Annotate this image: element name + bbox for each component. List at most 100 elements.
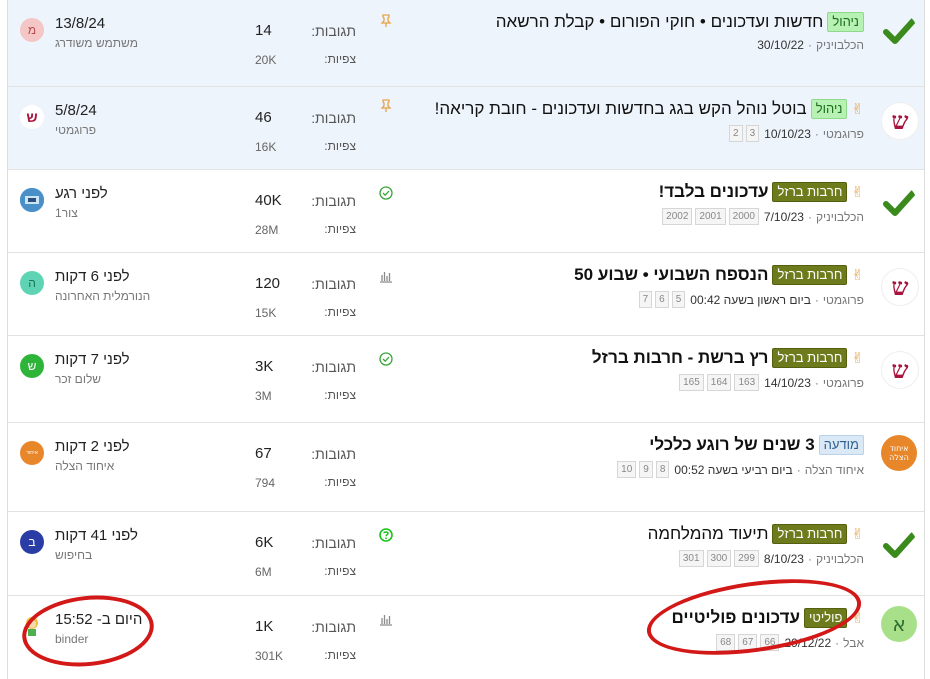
- last-post-time[interactable]: לפני רגע: [55, 185, 108, 202]
- last-poster-avatar[interactable]: [20, 188, 44, 212]
- topic-author[interactable]: איחוד הצלה: [805, 463, 864, 477]
- topic-meta: פרוגמטי · 10/10/23 3 2: [729, 125, 864, 142]
- page-link[interactable]: 68: [716, 634, 736, 651]
- topic-author[interactable]: הכלבויניק: [816, 552, 864, 566]
- user-avatar[interactable]: ש: [881, 351, 919, 389]
- replies-label: תגובות:: [311, 446, 356, 462]
- page-link[interactable]: 2001: [695, 208, 726, 225]
- hand-icon: ✌: [851, 610, 864, 627]
- pin-icon: [379, 14, 393, 31]
- page-link[interactable]: 67: [738, 634, 758, 651]
- replies-count: 6K: [255, 534, 274, 551]
- topic-title[interactable]: הנספח השבועי • שבוע 50: [574, 265, 768, 285]
- topic-author[interactable]: אבל: [843, 636, 864, 650]
- last-poster-avatar[interactable]: איחוד: [20, 441, 44, 465]
- topic-tag[interactable]: פוליטי: [803, 608, 848, 628]
- topic-tag[interactable]: חרבות ברזל: [772, 524, 848, 544]
- hand-icon: ✌: [851, 267, 864, 284]
- page-link[interactable]: 66: [760, 634, 780, 651]
- page-link[interactable]: 165: [679, 374, 704, 391]
- user-avatar[interactable]: ש: [881, 268, 919, 306]
- topic-title[interactable]: בוטל נוהל הקש בגג בחדשות ועדכונים - חובת…: [435, 99, 807, 119]
- last-post-time[interactable]: 13/8/24: [55, 15, 105, 32]
- last-poster-avatar[interactable]: ה: [20, 271, 44, 295]
- page-link[interactable]: 3: [745, 125, 760, 142]
- last-post-time[interactable]: לפני 2 דקות: [55, 438, 130, 455]
- last-poster-avatar[interactable]: ב: [20, 530, 44, 554]
- page-link[interactable]: 164: [706, 374, 732, 391]
- user-avatar[interactable]: א: [881, 606, 917, 642]
- user-avatar[interactable]: איחוד הצלה: [881, 435, 917, 471]
- topic-row[interactable]: איחוד הצלה מודעה 3 שנים של רוגע כלכלי איח…: [8, 423, 924, 512]
- topic-tag[interactable]: חרבות ברזל: [772, 182, 848, 202]
- replies-count: 40K: [255, 192, 282, 209]
- last-poster-name[interactable]: צור1: [55, 206, 78, 220]
- views-label: צפיות:: [324, 388, 356, 402]
- page-link[interactable]: 2000: [728, 208, 759, 225]
- last-post-time[interactable]: לפני 41 דקות: [55, 527, 138, 544]
- topic-title[interactable]: עדכונים בלבד!: [659, 182, 769, 202]
- topic-author[interactable]: הכלבויניק: [816, 210, 864, 224]
- last-poster-avatar[interactable]: ש: [20, 354, 44, 378]
- last-post-time[interactable]: 5/8/24: [55, 102, 97, 119]
- topic-author[interactable]: פרוגמטי: [823, 293, 864, 307]
- topic-row[interactable]: א ✌ פוליטי עדכונים פוליטיים אבל · 29/12/…: [8, 596, 924, 679]
- last-poster-name[interactable]: בחיפוש: [55, 548, 92, 562]
- last-poster-name[interactable]: שלום זכר: [55, 372, 101, 386]
- topic-title[interactable]: חדשות ועדכונים • חוקי הפורום • קבלת הרשא…: [496, 12, 824, 32]
- topic-row[interactable]: ש ✌ חרבות ברזל רץ ברשת - חרבות ברזל פרוג…: [8, 336, 924, 423]
- topic-tag[interactable]: חרבות ברזל: [772, 348, 848, 368]
- topic-title[interactable]: רץ ברשת - חרבות ברזל: [592, 348, 769, 368]
- user-avatar[interactable]: ש: [881, 102, 919, 140]
- last-poster-name[interactable]: הנורמלית האחרונה: [55, 289, 150, 303]
- topic-pages: 299 300 301: [678, 550, 760, 567]
- page-link[interactable]: 299: [734, 550, 759, 567]
- topic-row[interactable]: ✌ חרבות ברזל תיעוד מהמלחמה הכלבויניק · 8…: [8, 512, 924, 596]
- replies-label: תגובות:: [311, 619, 356, 635]
- last-poster-name[interactable]: איחוד הצלה: [55, 459, 114, 473]
- last-poster-name[interactable]: משתמש משודרג: [55, 36, 138, 50]
- topic-tag[interactable]: מודעה: [818, 435, 864, 455]
- topic-tag[interactable]: ניהול: [827, 12, 864, 32]
- topic-row[interactable]: ש ✌ ניהול בוטל נוהל הקש בגג בחדשות ועדכו…: [8, 87, 924, 170]
- last-post-time[interactable]: לפני 6 דקות: [55, 268, 130, 285]
- page-link[interactable]: 301: [678, 550, 704, 567]
- topic-author[interactable]: פרוגמטי: [823, 376, 864, 390]
- topic-tag[interactable]: חרבות ברזל: [772, 265, 848, 285]
- page-link[interactable]: 10: [617, 461, 637, 478]
- topic-row[interactable]: ניהול חדשות ועדכונים • חוקי הפורום • קבל…: [8, 0, 924, 87]
- hand-icon: ✌: [851, 350, 864, 367]
- replies-label: תגובות:: [311, 193, 356, 209]
- page-link[interactable]: 5: [671, 291, 686, 308]
- last-post-time[interactable]: לפני 7 דקות: [55, 351, 130, 368]
- page-link[interactable]: 300: [706, 550, 732, 567]
- views-count: 6M: [255, 565, 272, 579]
- last-poster-avatar[interactable]: ש: [20, 105, 44, 129]
- page-link[interactable]: 2002: [662, 208, 693, 225]
- page-link[interactable]: 2: [729, 125, 743, 142]
- last-post-time[interactable]: היום ב- 15:52: [55, 611, 142, 628]
- page-link[interactable]: 6: [655, 291, 669, 308]
- replies-label: תגובות:: [311, 276, 356, 292]
- last-poster-avatar[interactable]: [20, 614, 44, 638]
- topic-title[interactable]: 3 שנים של רוגע כלכלי: [649, 435, 814, 455]
- check-circle-icon: [379, 352, 393, 369]
- last-poster-avatar[interactable]: מ: [20, 18, 44, 42]
- page-link[interactable]: 7: [638, 291, 653, 308]
- topic-title[interactable]: עדכונים פוליטיים: [672, 608, 800, 628]
- topic-pages: 5 6 7: [638, 291, 687, 308]
- topic-row[interactable]: ש ✌ חרבות ברזל הנספח השבועי • שבוע 50 פר…: [8, 253, 924, 336]
- topic-row[interactable]: ✌ חרבות ברזל עדכונים בלבד! הכלבויניק · 7…: [8, 170, 924, 253]
- page-link[interactable]: 163: [734, 374, 760, 391]
- topic-tag[interactable]: ניהול: [810, 99, 848, 119]
- replies-label: תגובות:: [311, 23, 356, 39]
- page-link[interactable]: 8: [655, 461, 670, 478]
- poll-icon: [379, 612, 393, 629]
- topic-meta: פרוגמטי · ביום ראשון בשעה 00:42 5 6 7: [638, 291, 864, 308]
- page-link[interactable]: 9: [639, 461, 653, 478]
- last-poster-name[interactable]: binder: [55, 632, 88, 646]
- topic-title[interactable]: תיעוד מהמלחמה: [648, 524, 769, 544]
- topic-author[interactable]: הכלבויניק: [816, 38, 864, 52]
- topic-author[interactable]: פרוגמטי: [823, 127, 864, 141]
- last-poster-name[interactable]: פרוגמטי: [55, 123, 96, 137]
